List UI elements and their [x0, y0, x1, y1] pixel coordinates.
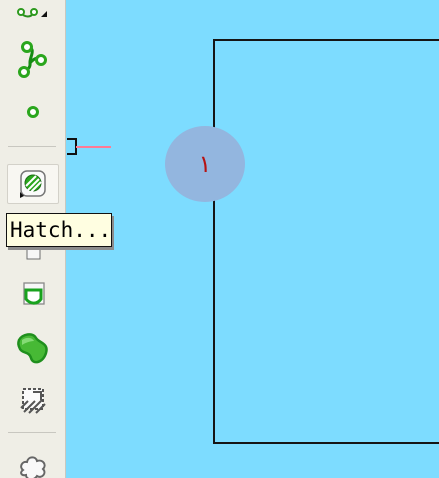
autocad-draw-workspace: ١ Hatch...: [0, 0, 439, 478]
toolbar-separator: [8, 146, 56, 147]
hatch-icon: [20, 170, 46, 198]
region-icon: [17, 333, 48, 364]
region-tool-button[interactable]: [7, 328, 59, 368]
wipeout-tool-button[interactable]: [7, 380, 59, 420]
toolbar-separator: [8, 432, 56, 433]
drawn-rectangle[interactable]: [213, 39, 439, 444]
boundary-tool-button[interactable]: [7, 274, 59, 314]
point-tool-button[interactable]: [7, 92, 59, 132]
pline-edit-tool-button[interactable]: [7, 0, 59, 29]
spline-tool-button[interactable]: [7, 39, 59, 79]
wipeout-icon: [20, 388, 46, 414]
spline-icon: [18, 41, 47, 78]
hatch-tool-button[interactable]: [7, 164, 59, 204]
point-icon: [27, 106, 39, 118]
drawing-canvas[interactable]: ١: [66, 0, 439, 478]
revision-cloud-tool-button[interactable]: [7, 447, 59, 478]
revision-cloud-icon: [20, 456, 46, 478]
annotation-leader-line: [76, 146, 111, 148]
step-number-marker: ١: [165, 126, 245, 202]
boundary-icon: [23, 282, 45, 305]
hatch-tooltip: Hatch...: [6, 213, 112, 247]
pline-edit-icon: [17, 8, 47, 18]
